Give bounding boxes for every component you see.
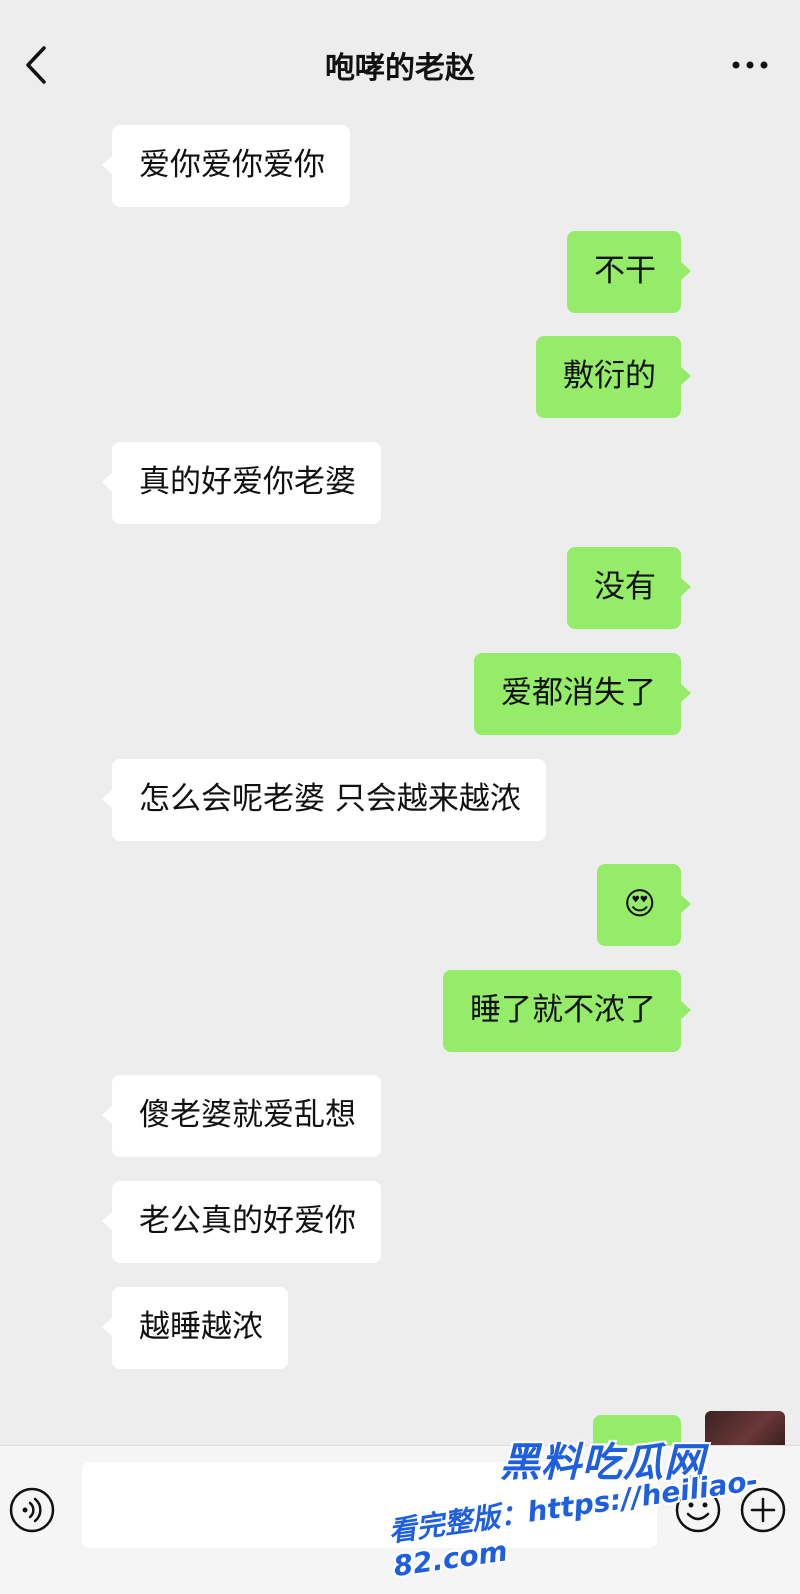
more-dots-icon[interactable] [730,50,770,80]
message-bubble-sent[interactable]: 没有 [567,547,691,629]
message-bubble-sent[interactable]: 睡了就不浓了 [443,970,691,1052]
chat-title: 咆哮的老赵 [325,51,475,86]
message-bubble-sent[interactable]: 敷衍的 [536,336,691,418]
chat-header: 咆哮的老赵 [0,0,800,110]
message-bubble-received[interactable]: 真的好爱你老婆 [102,442,381,524]
message-bubble-received[interactable]: 怎么会呢老婆 只会越来越浓 [102,759,546,841]
message-bubble-sent[interactable]: 爱都消失了 [474,653,691,735]
message-bubble-sent-emoji[interactable]: 😍 [596,864,692,946]
message-bubble-received[interactable]: 傻老婆就爱乱想 [102,1075,381,1157]
voice-icon[interactable] [8,1486,56,1534]
message-bubble-received[interactable]: 爱你爱你爱你 [102,125,350,207]
message-bubble-received[interactable]: 越睡越浓 [102,1287,288,1369]
message-list[interactable]: 爱你爱你爱你 不干 敷衍的 真的好爱你老婆 没有 爱都消失了 怎么会呢老婆 只会… [0,110,800,1455]
message-bubble-received[interactable]: 老公真的好爱你 [102,1181,381,1263]
message-bubble-sent[interactable]: 不干 [567,231,691,313]
